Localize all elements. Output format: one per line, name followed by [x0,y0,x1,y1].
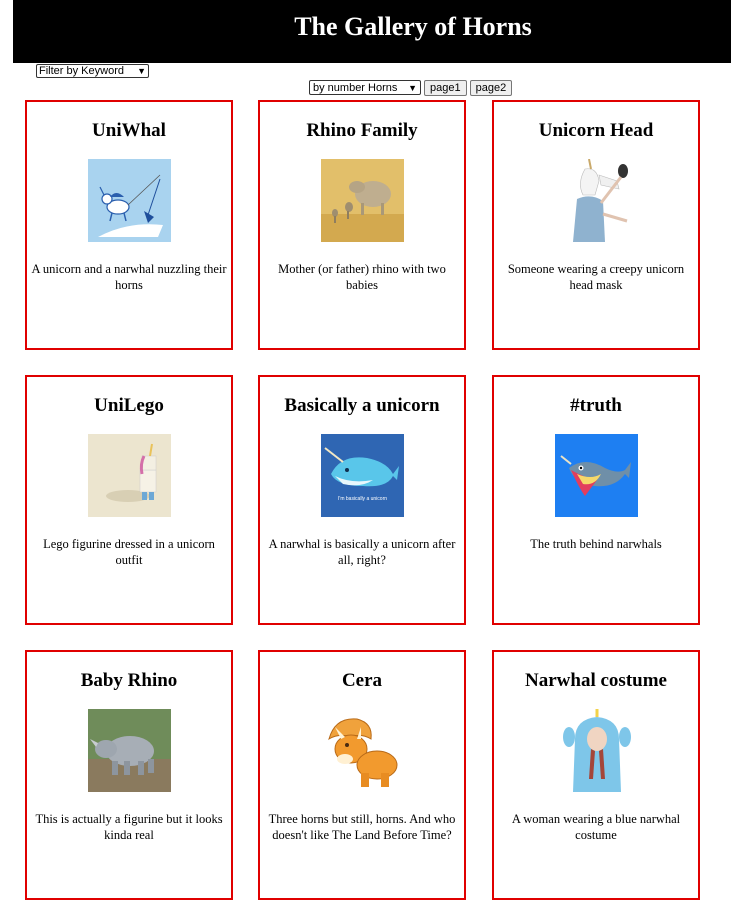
triceratops-image [321,709,404,792]
horn-card[interactable]: UniWhal A unicorn and a narwhal nuzzling… [25,100,233,350]
card-title: UniLego [94,395,164,416]
card-description: Lego figurine dressed in a unicorn outfi… [43,537,215,567]
card-description: A unicorn and a narwhal nuzzling their h… [31,262,227,292]
horn-card[interactable]: Cera Three horns but still, horns. And w… [258,650,466,900]
lego-unicorn-image [88,434,171,517]
unicorn-narwhal-image [88,159,171,242]
card-title: Basically a unicorn [284,395,440,416]
narwhal-truth-image [555,434,638,517]
card-title: Cera [341,670,383,691]
card-title: Rhino Family [306,120,418,141]
card-description: This is actually a figurine but it looks… [35,812,223,842]
baby-rhino-image [88,709,171,792]
horn-card[interactable]: Baby Rhino This is actually a figurine b… [25,650,233,900]
card-description: Someone wearing a creepy unicorn head ma… [507,262,685,292]
card-description: Mother (or father) rhino with two babies [278,262,446,292]
card-description: Three horns but still, horns. And who do… [268,812,456,842]
card-description: A narwhal is basically a unicorn after a… [268,537,456,567]
horn-card[interactable]: Rhino Family Mother (or father) rhino wi… [258,100,466,350]
cartoon-narwhal-image: I'm basically a unicorn [321,434,404,517]
card-title: Unicorn Head [538,120,654,141]
card-description: A woman wearing a blue narwhal costume [511,812,681,842]
narwhal-costume-image [555,709,638,792]
card-description: The truth behind narwhals [530,537,662,551]
narwhal-caption: I'm basically a unicorn [338,496,387,502]
card-title: #truth [570,395,622,416]
horn-card[interactable]: Basically a unicorn I'm basically a unic… [258,375,466,625]
gallery-grid: UniWhal A unicorn and a narwhal nuzzling… [0,0,731,900]
horn-card[interactable]: #truth The truth behind narwhals [492,375,700,625]
card-title: UniWhal [92,120,166,141]
horn-card[interactable]: UniLego Lego figurine dressed in a unico… [25,375,233,625]
horn-card[interactable]: Narwhal costume A woman wearing a blue n… [492,650,700,900]
rhino-family-image [321,159,404,242]
card-title: Narwhal costume [525,670,667,691]
card-title: Baby Rhino [80,670,178,691]
unicorn-mask-image [555,159,638,242]
horn-card[interactable]: Unicorn Head Someone wearing a creepy un… [492,100,700,350]
